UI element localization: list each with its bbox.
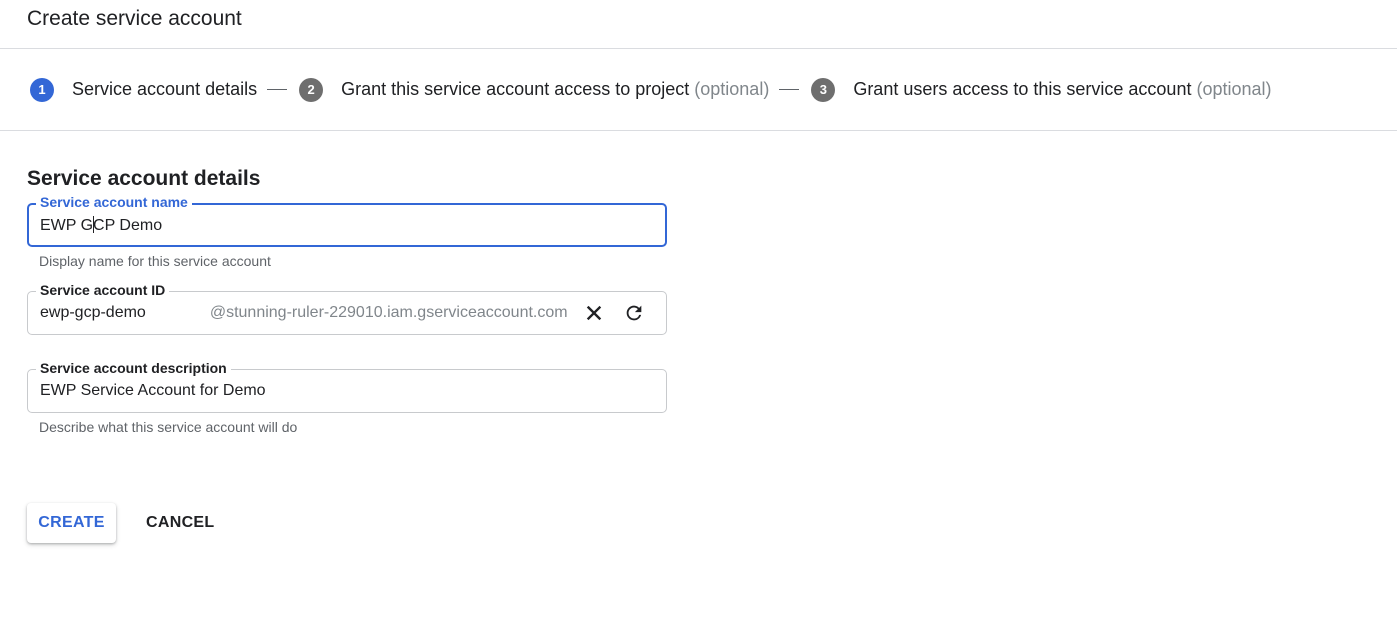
- service-account-id-label: Service account ID: [36, 281, 170, 299]
- service-account-name-field: Service account name EWP GCP Demo Displa…: [27, 193, 667, 269]
- step-number-1: 1: [30, 77, 54, 102]
- service-account-description-helper: Describe what this service account will …: [39, 419, 298, 435]
- step-1[interactable]: 1 Service account details: [30, 77, 258, 102]
- value-before-cursor: EWP G: [40, 216, 94, 234]
- create-button[interactable]: CREATE: [27, 503, 116, 543]
- clear-button[interactable]: [582, 301, 606, 325]
- step-optional-3: (optional): [1196, 79, 1272, 99]
- service-account-id-field: Service account ID ewp-gcp-demo @stunnin…: [27, 281, 667, 335]
- step-optional-2: (optional): [694, 79, 770, 99]
- step-number-2: 2: [299, 77, 324, 102]
- refresh-icon: [626, 305, 641, 321]
- step-label-2: Grant this service account access to pro…: [341, 79, 690, 99]
- step-separator: [267, 89, 288, 90]
- stepper: 1 Service account details 2 Grant this s…: [0, 49, 1397, 131]
- form-section: Service account details Service account …: [0, 131, 1397, 543]
- step-label-1: Service account details: [72, 79, 258, 99]
- step-label-3: Grant users access to this service accou…: [853, 79, 1192, 99]
- service-account-description-input[interactable]: Service account description EWP Service …: [27, 359, 667, 413]
- form-actions: CREATE CANCEL: [27, 503, 1397, 543]
- step-separator: [779, 89, 800, 90]
- service-account-name-label: Service account name: [36, 193, 192, 211]
- value-after-cursor: CP Demo: [93, 216, 163, 234]
- service-account-name-value[interactable]: EWP GCP Demo: [40, 215, 163, 235]
- step-3[interactable]: 3 Grant users access to this service acc…: [811, 77, 1272, 102]
- step-number-3: 3: [811, 77, 836, 102]
- cancel-button[interactable]: CANCEL: [136, 503, 224, 543]
- section-title: Service account details: [27, 167, 261, 190]
- service-account-description-value[interactable]: EWP Service Account for Demo: [40, 382, 266, 400]
- service-account-description-label: Service account description: [36, 359, 231, 377]
- page-header: Create service account: [0, 0, 1397, 49]
- service-account-name-input[interactable]: Service account name EWP GCP Demo: [27, 193, 667, 247]
- service-account-id-input[interactable]: Service account ID ewp-gcp-demo @stunnin…: [27, 281, 667, 335]
- step-2[interactable]: 2 Grant this service account access to p…: [299, 77, 770, 102]
- close-icon: [586, 305, 601, 321]
- regenerate-button[interactable]: [622, 301, 646, 325]
- service-account-description-field: Service account description EWP Service …: [27, 359, 667, 435]
- service-account-id-suffix: @stunning-ruler-229010.iam.gserviceaccou…: [209, 304, 568, 321]
- service-account-name-helper: Display name for this service account: [39, 253, 271, 269]
- page-title: Create service account: [27, 7, 242, 30]
- service-account-id-value[interactable]: ewp-gcp-demo: [40, 304, 146, 322]
